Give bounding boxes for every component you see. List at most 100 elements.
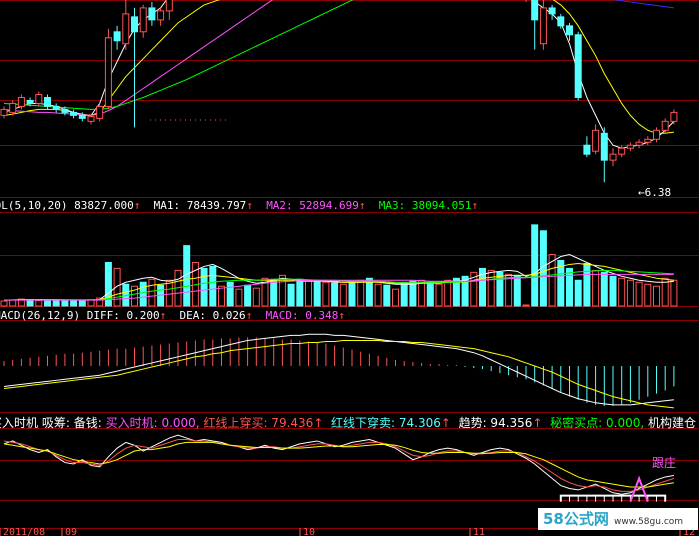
vol-ma2: MA2: 52894.699 <box>266 199 359 212</box>
vol-ma2-arrow: ↑ <box>358 199 366 212</box>
candle-body-12 <box>104 37 112 107</box>
macd-label: MACD(26,12,9) <box>0 309 81 322</box>
volume-bar-47 <box>409 280 417 307</box>
indicator-panel <box>3 434 675 503</box>
candle-body-62 <box>539 7 547 45</box>
low-marker-value: 6.38 <box>644 186 672 199</box>
candle-body-72 <box>626 144 634 149</box>
candle-body-66 <box>574 34 582 98</box>
candle-body-6 <box>52 105 60 110</box>
candle-body-67 <box>583 144 591 155</box>
volume-bar-49 <box>426 281 434 307</box>
ind-x6: 趋势: 94.356 <box>458 416 533 430</box>
volume-bar-77 <box>670 279 678 307</box>
candle-body-68 <box>592 129 600 152</box>
ind-x4: 红线上穿买: 79.436 <box>203 416 314 430</box>
vol-value: 83827.000 <box>74 199 134 212</box>
volume-ma-line-1 <box>3 262 674 301</box>
watermark: 58公式网 www.58gu.com <box>538 508 698 530</box>
indicator-line-1 <box>3 439 675 492</box>
volume-bar-74 <box>644 283 652 307</box>
volume-bar-16 <box>139 281 147 307</box>
volume-bar-65 <box>566 267 573 307</box>
macd-dea: DEA: 0.026 <box>179 309 246 322</box>
volume-bar-34 <box>296 278 304 307</box>
volume-bar-36 <box>313 280 321 307</box>
volume-bar-60 <box>522 304 530 307</box>
volume-bar-38 <box>331 282 339 307</box>
volume-bar-9 <box>78 299 86 307</box>
ind-x4-arrow: ↑ <box>313 416 324 430</box>
volume-bar-23 <box>200 267 208 307</box>
volume-bar-39 <box>339 283 347 307</box>
ind-x2: 备钱: <box>73 416 102 430</box>
volume-panel <box>0 224 678 307</box>
candle-body-17 <box>148 7 156 21</box>
candle-body-19 <box>165 0 173 12</box>
volume-bar-75 <box>653 285 660 307</box>
candle-body-69 <box>600 132 608 161</box>
indicator-line-2 <box>3 441 674 488</box>
ind-x5: 红线下穿卖: 74.306 <box>331 416 441 430</box>
candle-body-73 <box>635 141 643 146</box>
macd-panel <box>3 333 675 409</box>
volume-bar-0 <box>0 300 8 307</box>
price-ma-line-3 <box>3 0 354 110</box>
candle-body-13 <box>113 31 121 42</box>
ind-title: 买入时机 <box>0 416 39 430</box>
volume-bar-73 <box>635 281 643 307</box>
volume-bar-27 <box>235 288 243 307</box>
candle-body-11 <box>96 105 104 119</box>
volume-bar-7 <box>61 299 69 307</box>
volume-bar-26 <box>226 281 234 307</box>
volume-bar-4 <box>35 300 43 307</box>
volume-bar-6 <box>52 299 60 307</box>
volume-bar-31 <box>270 278 278 307</box>
candle-body-71 <box>618 147 626 155</box>
candle-body-16 <box>139 7 147 33</box>
volume-bar-10 <box>87 299 95 307</box>
volume-bar-24 <box>209 265 217 307</box>
volume-bar-35 <box>305 279 312 307</box>
volume-ma-line-0 <box>3 254 674 301</box>
candle-body-76 <box>661 120 669 131</box>
candle-body-75 <box>653 129 660 140</box>
ind-x3: 买入时机: 0.000, <box>105 416 200 430</box>
stock-chart: 2011/08 09 10 11 12 <box>0 0 699 536</box>
volume-bar-1 <box>9 299 17 307</box>
volume-bar-46 <box>400 282 408 307</box>
volume-bar-48 <box>418 279 426 307</box>
candle-body-63 <box>548 7 556 15</box>
volume-bar-19 <box>165 279 173 307</box>
date-tick-label-1: 09 <box>65 527 77 536</box>
candle-body-5 <box>44 96 51 107</box>
candle-body-65 <box>566 25 573 36</box>
ind-x6-arrow: ↑ <box>532 416 543 430</box>
vol-ma1-arrow: ↑ <box>246 199 253 212</box>
candle-body-4 <box>35 93 43 104</box>
ind-x5-arrow: ↑ <box>440 416 451 430</box>
candle-body-18 <box>157 10 165 21</box>
volume-bar-69 <box>600 271 608 307</box>
watermark-url: www.58gu.com <box>613 517 684 527</box>
vol-ma3-arrow: ↑ <box>471 199 479 212</box>
date-tick-label-0: 2011/08 <box>3 527 45 536</box>
volume-bar-57 <box>496 271 504 307</box>
candle-body-74 <box>644 138 652 143</box>
volume-bar-5 <box>44 299 51 307</box>
date-tick-label-3: 11 <box>473 527 485 536</box>
macd-diff-line <box>3 333 674 406</box>
watermark-brand: 58公式网 <box>543 510 609 528</box>
volume-bar-43 <box>374 283 382 307</box>
candle-body-1 <box>9 102 17 113</box>
candle-body-8 <box>70 111 78 116</box>
candle-body-14 <box>122 13 130 45</box>
candle-body-61 <box>531 0 539 21</box>
gen-zhuang-label: 跟庄 <box>652 456 677 470</box>
macd-macd: MACD: 0.348 <box>265 309 339 322</box>
volume-bar-45 <box>392 288 399 307</box>
candle-body-77 <box>670 111 678 122</box>
volume-bar-67 <box>583 262 591 307</box>
candle-body-7 <box>61 108 69 113</box>
volume-bar-17 <box>148 278 156 307</box>
